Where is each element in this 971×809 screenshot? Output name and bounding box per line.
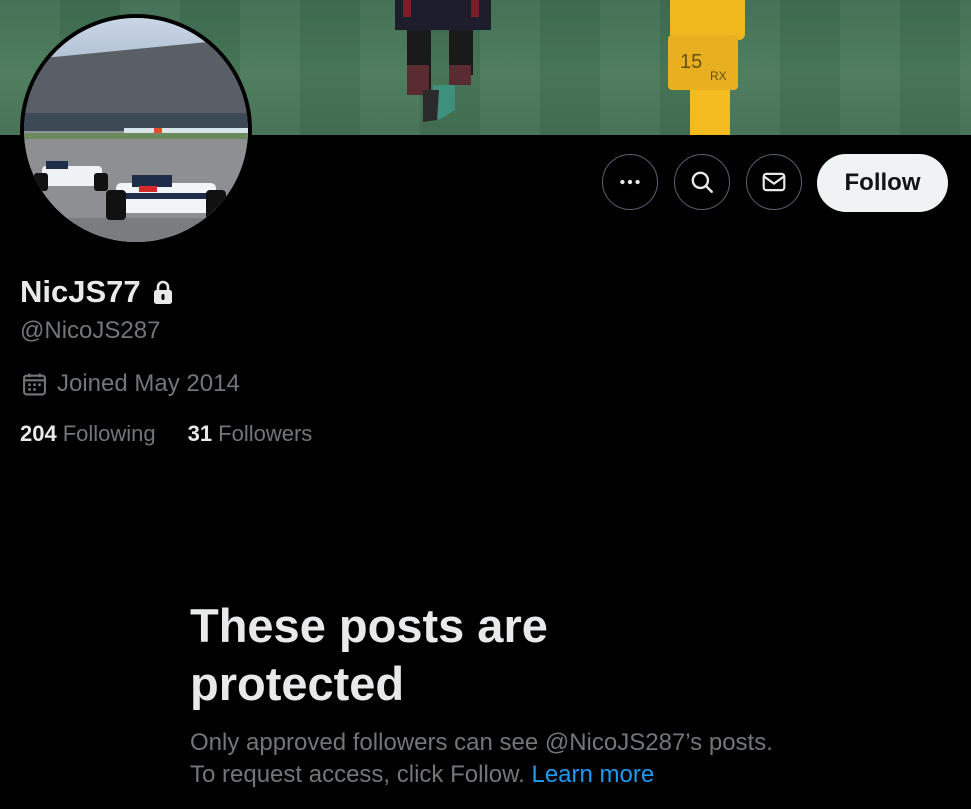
followers-count: 31 (187, 421, 213, 446)
search-icon (691, 171, 713, 193)
profile-handle: @NicoJS287 (20, 317, 161, 344)
learn-more-link[interactable]: Learn more (531, 761, 654, 788)
following-count: 204 (20, 421, 57, 446)
protected-description-text: Only approved followers can see @NicoJS2… (190, 729, 773, 788)
protected-title: These posts are protected (190, 599, 548, 710)
avatar-image (24, 18, 248, 242)
followers-link[interactable]: 31 Followers (188, 421, 313, 447)
more-button[interactable] (602, 154, 658, 210)
svg-text:15: 15 (680, 51, 702, 73)
display-name-row: NicJS77 (20, 274, 175, 310)
follow-button[interactable]: Follow (817, 154, 948, 212)
following-link[interactable]: 204 Following (20, 421, 156, 447)
following-label: Following (62, 421, 156, 446)
profile-avatar[interactable] (20, 14, 252, 246)
display-name: NicJS77 (20, 274, 141, 309)
calendar-icon (23, 373, 46, 395)
search-button[interactable] (674, 154, 730, 210)
more-dots-icon (620, 179, 640, 185)
envelope-icon (762, 172, 786, 192)
follow-stats: 204 Following 31 Followers (20, 421, 312, 447)
message-button[interactable] (746, 154, 802, 210)
lock-icon (153, 280, 172, 304)
followers-label: Followers (218, 421, 313, 446)
joined-text: Joined May 2014 (57, 370, 240, 397)
banner-player-dark (395, 0, 491, 122)
banner-player-yellow: 15 RX (668, 0, 745, 135)
profile-page: 15 RX Follow NicJS77 @NicoJS287 Joined M… (0, 0, 971, 809)
svg-text:RX: RX (710, 69, 727, 83)
protected-description: Only approved followers can see @NicoJS2… (190, 727, 790, 791)
joined-date: Joined May 2014 (22, 370, 240, 398)
